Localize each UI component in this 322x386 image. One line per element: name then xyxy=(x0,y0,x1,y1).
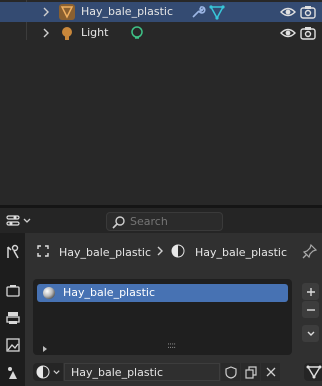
render-icon xyxy=(5,285,20,297)
unlink-material-button[interactable] xyxy=(261,363,280,381)
breadcrumb-separator-icon xyxy=(156,245,164,260)
chevron-down-icon xyxy=(307,331,314,336)
material-slot-item[interactable]: Hay_bale_plastic xyxy=(37,284,288,302)
outliner-row-light[interactable]: Light xyxy=(0,23,322,43)
slot-specials-button[interactable] xyxy=(302,325,319,342)
breadcrumb: Hay_bale_plastic Hay_bale_plastic xyxy=(25,233,322,271)
editor-type-button[interactable] xyxy=(6,212,36,230)
scene-icon xyxy=(7,367,17,379)
fake-user-button[interactable] xyxy=(221,363,240,381)
render-camera-icon[interactable] xyxy=(300,4,316,20)
breadcrumb-object: Hay_bale_plastic xyxy=(59,246,151,259)
mesh-object-icon[interactable] xyxy=(58,3,76,21)
material-name-field[interactable] xyxy=(64,363,220,381)
breadcrumb-material: Hay_bale_plastic xyxy=(195,246,287,259)
tool-settings-icon xyxy=(6,244,19,259)
light-object-icon[interactable] xyxy=(58,24,76,42)
tab-output[interactable] xyxy=(1,307,24,329)
tab-render[interactable] xyxy=(1,280,24,302)
tab-scene[interactable] xyxy=(1,362,24,384)
object-icon xyxy=(36,244,50,261)
material-ball-icon xyxy=(36,365,50,379)
visibility-eye-icon[interactable] xyxy=(280,4,296,20)
chevron-down-icon xyxy=(23,218,31,223)
material-datablock-row xyxy=(25,360,322,386)
expand-chevron-icon[interactable] xyxy=(41,2,51,22)
visibility-eye-icon[interactable] xyxy=(280,25,296,41)
minus-icon xyxy=(306,308,315,311)
expand-triangle-icon[interactable] xyxy=(41,343,49,356)
shield-icon xyxy=(224,365,237,379)
search-icon xyxy=(112,215,125,229)
close-icon xyxy=(266,367,275,377)
expand-chevron-icon[interactable] xyxy=(41,23,51,43)
link-type-button[interactable] xyxy=(304,363,322,381)
mesh-link-icon xyxy=(306,365,322,379)
browse-material-button[interactable] xyxy=(33,363,63,381)
chevron-down-icon xyxy=(53,370,60,375)
mesh-data-icon[interactable] xyxy=(209,4,225,20)
properties-editor-icon xyxy=(6,215,20,226)
pin-icon[interactable] xyxy=(302,243,318,262)
light-data-icon[interactable] xyxy=(129,25,145,41)
duplicate-material-button[interactable] xyxy=(241,363,260,381)
search-input[interactable] xyxy=(130,215,210,228)
outliner-panel: Hay_bale_plastic Light xyxy=(0,0,322,205)
resize-grip[interactable]: :::: xyxy=(167,341,176,351)
outliner-row-hay-bale[interactable]: Hay_bale_plastic xyxy=(0,2,322,22)
duplicate-icon xyxy=(244,365,257,379)
plus-icon xyxy=(306,287,315,296)
render-camera-icon[interactable] xyxy=(300,25,316,41)
material-name-input[interactable] xyxy=(71,366,211,379)
material-slot-label: Hay_bale_plastic xyxy=(63,286,155,299)
output-printer-icon xyxy=(5,312,20,324)
wrench-modifier-icon[interactable] xyxy=(190,4,206,20)
outliner-item-label: Hay_bale_plastic xyxy=(81,5,173,18)
material-ball-icon xyxy=(171,244,185,261)
search-field[interactable] xyxy=(106,212,223,231)
properties-tab-strip xyxy=(0,233,25,386)
tab-tool[interactable] xyxy=(1,241,24,263)
view-layer-image-icon xyxy=(5,338,20,352)
remove-slot-button[interactable] xyxy=(302,301,319,318)
add-slot-button[interactable] xyxy=(302,283,319,300)
tab-view-layer[interactable] xyxy=(1,334,24,356)
properties-header xyxy=(0,208,322,233)
material-slot-list[interactable]: Hay_bale_plastic :::: xyxy=(33,279,292,355)
material-properties-panel: Hay_bale_plastic Hay_bale_plastic Hay_ba… xyxy=(25,233,322,386)
material-sphere-icon xyxy=(42,286,56,303)
outliner-item-label: Light xyxy=(81,26,109,39)
